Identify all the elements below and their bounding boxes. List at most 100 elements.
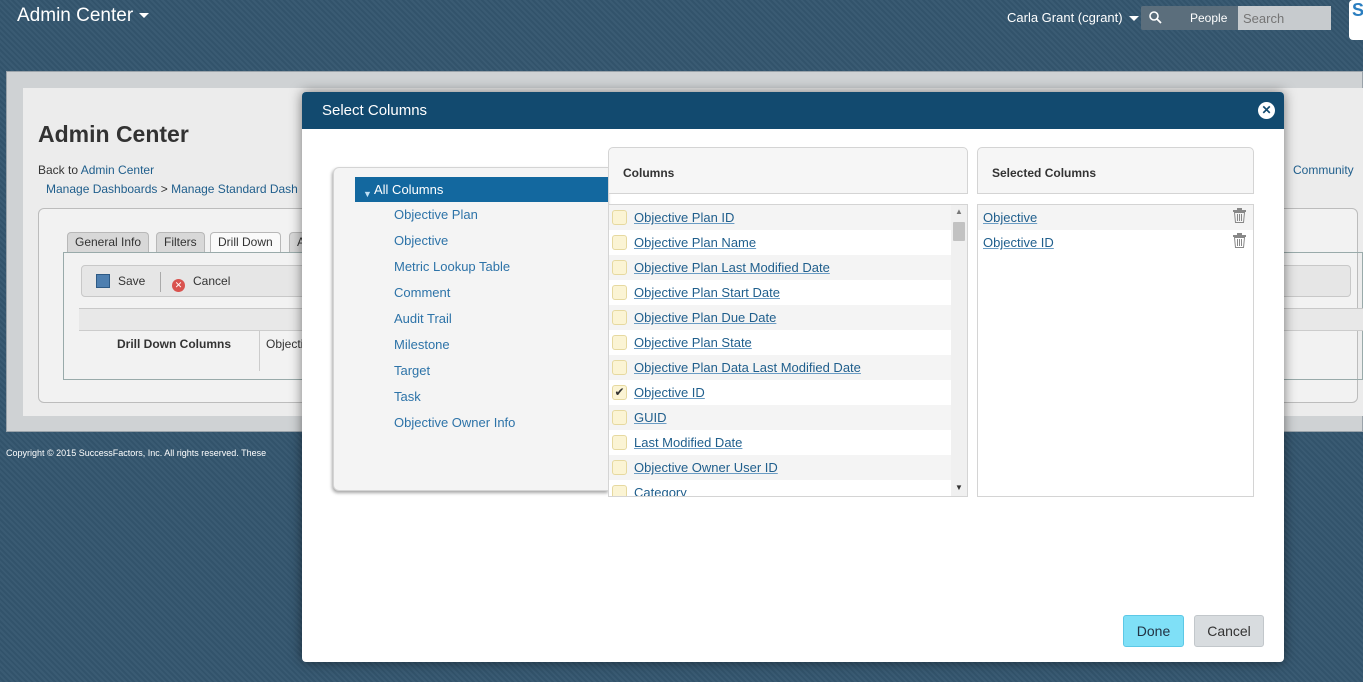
copyright-link[interactable]: 2015 SuccessFactors, Inc.: [56, 448, 162, 458]
community-link[interactable]: Community: [1293, 163, 1354, 177]
tree-item[interactable]: Metric Lookup Table: [394, 258, 515, 284]
list-item[interactable]: GUID: [609, 405, 951, 430]
tab-general-info[interactable]: General Info: [67, 232, 150, 252]
checkbox[interactable]: [612, 310, 627, 325]
copyright: Copyright © 2015 SuccessFactors, Inc. Al…: [6, 448, 266, 458]
column-label[interactable]: Last Modified Date: [634, 435, 742, 450]
list-item[interactable]: Category: [609, 480, 951, 496]
back-link-row: Back to Admin Center: [38, 163, 154, 177]
checkbox[interactable]: [612, 260, 627, 275]
checkbox[interactable]: [612, 285, 627, 300]
search-scope[interactable]: People: [1190, 11, 1227, 25]
header-links: Community Ad: [1293, 163, 1363, 177]
breadcrumb-separator: >: [160, 182, 168, 196]
close-icon[interactable]: ✕: [1258, 102, 1275, 119]
checkbox[interactable]: [612, 360, 627, 375]
column-label[interactable]: Objective Owner User ID: [634, 460, 778, 475]
scrollbar[interactable]: ▲ ▼: [951, 205, 967, 496]
cancel-button[interactable]: ✕ Cancel: [172, 274, 230, 292]
checkbox[interactable]: [612, 435, 627, 450]
trash-icon[interactable]: [1233, 233, 1246, 248]
scroll-up-icon[interactable]: ▲: [955, 207, 963, 216]
tree-item[interactable]: Objective: [394, 232, 515, 258]
selected-columns-list: Objective Objective ID: [977, 204, 1254, 497]
save-icon: [96, 274, 110, 288]
list-item[interactable]: Objective Owner User ID: [609, 455, 951, 480]
done-button[interactable]: Done: [1123, 615, 1184, 647]
app-title-menu[interactable]: Admin Center: [17, 5, 150, 27]
list-item: Objective ID: [978, 230, 1253, 255]
checkbox-checked[interactable]: ✔: [612, 385, 627, 400]
tree-item[interactable]: Comment: [394, 284, 515, 310]
toolbar-divider: [160, 272, 161, 292]
list-item[interactable]: Objective Plan Name: [609, 230, 951, 255]
checkbox[interactable]: [612, 335, 627, 350]
tree-item[interactable]: Audit Trail: [394, 310, 515, 336]
column-label[interactable]: Objective Plan State: [634, 335, 752, 350]
tree-item-all-columns[interactable]: ▼ All Columns: [355, 177, 608, 202]
tab-drill-down[interactable]: Drill Down: [210, 232, 281, 253]
list-item[interactable]: Objective Plan Start Date: [609, 280, 951, 305]
scroll-thumb[interactable]: [953, 222, 965, 241]
list-item[interactable]: Objective Plan ID: [609, 205, 951, 230]
cancel-label: Cancel: [193, 274, 231, 288]
expand-caret-icon: ▼: [363, 189, 372, 199]
list-item: Objective: [978, 205, 1253, 230]
save-button[interactable]: Save: [96, 274, 145, 288]
columns-list: Objective Plan ID Objective Plan Name Ob…: [608, 204, 968, 497]
dialog-header: Select Columns ✕: [302, 92, 1284, 129]
breadcrumb-manage-dashboards[interactable]: Manage Dashboards: [46, 182, 157, 196]
tree-root-label: All Columns: [374, 182, 444, 197]
list-item[interactable]: Objective Plan Due Date: [609, 305, 951, 330]
breadcrumb-manage-standard[interactable]: Manage Standard Dash: [171, 182, 298, 196]
selected-column-label[interactable]: Objective: [983, 210, 1037, 225]
drill-down-columns-label: Drill Down Columns: [117, 337, 231, 351]
checkbox[interactable]: [612, 460, 627, 475]
column-label[interactable]: Objective Plan Start Date: [634, 285, 780, 300]
tree-list: Objective Plan Objective Metric Lookup T…: [394, 206, 515, 440]
checkbox[interactable]: [612, 210, 627, 225]
checkbox[interactable]: [612, 235, 627, 250]
column-label[interactable]: GUID: [634, 410, 667, 425]
checkbox[interactable]: [612, 410, 627, 425]
column-label[interactable]: Objective ID: [634, 385, 705, 400]
column-label[interactable]: Objective Plan Last Modified Date: [634, 260, 830, 275]
tree-item[interactable]: Objective Plan: [394, 206, 515, 232]
user-name: Carla Grant (cgrant): [1007, 10, 1123, 25]
list-item[interactable]: ✔ Objective ID: [609, 380, 951, 405]
top-header: Admin Center Carla Grant (cgrant) People…: [0, 0, 1363, 40]
trash-icon[interactable]: [1233, 208, 1246, 223]
search-input[interactable]: [1238, 6, 1331, 30]
dialog-title: Select Columns: [322, 102, 428, 119]
checkbox[interactable]: [612, 485, 627, 496]
tree-item[interactable]: Milestone: [394, 336, 515, 362]
scroll-down-icon[interactable]: ▼: [955, 483, 963, 492]
user-menu[interactable]: Carla Grant (cgrant): [1007, 10, 1139, 25]
columns-header: Columns: [608, 147, 968, 194]
brand-letter: S: [1352, 0, 1363, 20]
chevron-down-icon: [1128, 16, 1139, 22]
selected-column-label[interactable]: Objective ID: [983, 235, 1054, 250]
list-item[interactable]: Objective Plan State: [609, 330, 951, 355]
column-label[interactable]: Objective Plan Name: [634, 235, 756, 250]
tree-item[interactable]: Target: [394, 362, 515, 388]
column-label[interactable]: Objective Plan ID: [634, 210, 734, 225]
tree-item[interactable]: Objective Owner Info: [394, 414, 515, 440]
search-icon[interactable]: [1149, 11, 1162, 24]
tab-filters[interactable]: Filters: [156, 232, 205, 252]
back-link[interactable]: Admin Center: [81, 163, 154, 177]
column-label[interactable]: Objective Plan Due Date: [634, 310, 776, 325]
column-label[interactable]: Objective Plan Data Last Modified Date: [634, 360, 861, 375]
list-item[interactable]: Last Modified Date: [609, 430, 951, 455]
save-label: Save: [118, 274, 146, 288]
page-title: Admin Center: [38, 121, 189, 147]
breadcrumb: Manage Dashboards > Manage Standard Dash: [46, 182, 298, 196]
search-box: People: [1141, 6, 1331, 30]
copyright-prefix: Copyright ©: [6, 448, 54, 458]
dialog-cancel-button[interactable]: Cancel: [1194, 615, 1264, 647]
tree-item[interactable]: Task: [394, 388, 515, 414]
list-item[interactable]: Objective Plan Data Last Modified Date: [609, 355, 951, 380]
list-item[interactable]: Objective Plan Last Modified Date: [609, 255, 951, 280]
column-label[interactable]: Category: [634, 485, 687, 496]
selected-columns-header-title: Selected Columns: [992, 166, 1097, 180]
